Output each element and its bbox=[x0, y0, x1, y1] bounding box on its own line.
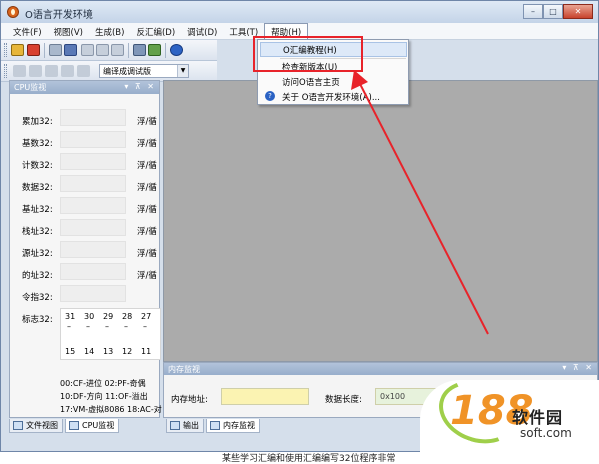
watermark-name: 软件园 bbox=[512, 408, 564, 427]
footer-text: 某些学习汇编和使用汇编编写32位程序非常 bbox=[222, 454, 396, 464]
watermark-site: soft.com bbox=[520, 426, 572, 440]
arrow-head bbox=[351, 70, 368, 90]
arrow-line bbox=[357, 79, 489, 335]
site-watermark: 188 软件园 soft.com bbox=[420, 370, 599, 461]
